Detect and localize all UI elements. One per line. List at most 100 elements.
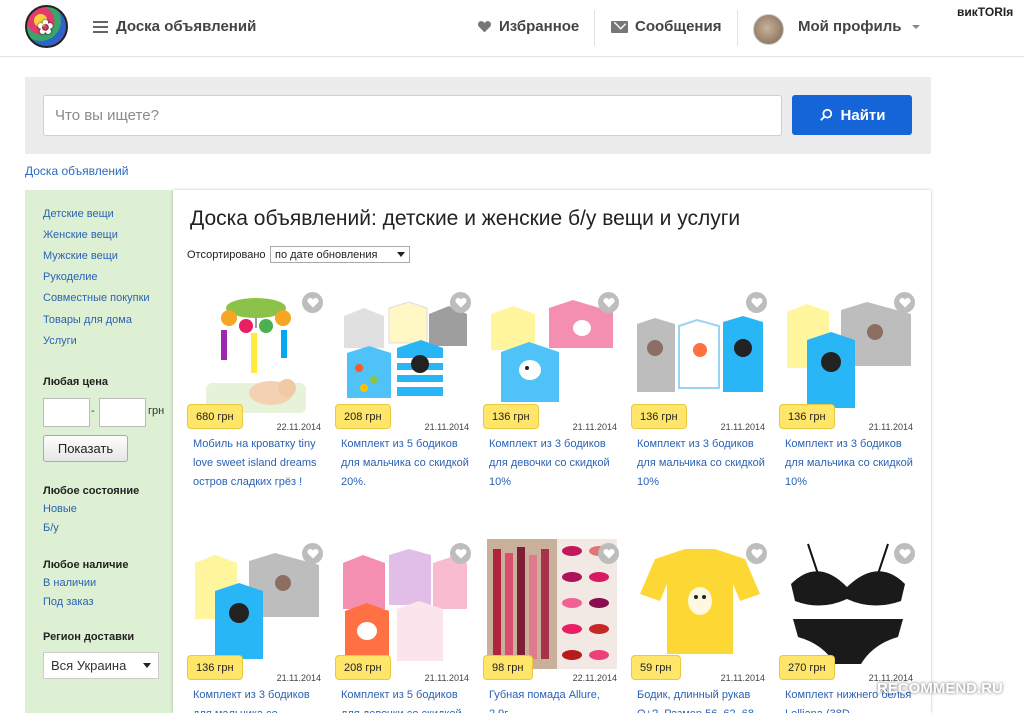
catalog-menu-button[interactable]: Доска объявлений — [93, 18, 256, 35]
price-tag: 136 грн — [483, 404, 539, 429]
sort-select-value: по дате обновления — [275, 248, 378, 261]
price-tag: 208 грн — [335, 404, 391, 429]
top-header: ✿ Доска объявлений Избранное Сообщения М… — [0, 0, 1024, 57]
heart-icon — [454, 298, 467, 308]
region-filter-heading: Регион доставки — [43, 631, 135, 643]
search-input[interactable] — [43, 95, 782, 136]
favorite-toggle[interactable] — [450, 543, 471, 564]
favorite-toggle[interactable] — [450, 292, 471, 313]
listing-image-bodysuits[interactable] — [339, 539, 469, 669]
listing-date: 22.11.2014 — [572, 673, 617, 683]
listing-date: 22.11.2014 — [276, 422, 321, 432]
listing-title[interactable]: Мобиль на кроватку tiny love sweet islan… — [193, 435, 323, 492]
sidebar-item-services[interactable]: Услуги — [43, 335, 77, 347]
breadcrumb[interactable]: Доска объявлений — [25, 164, 128, 178]
listing-title[interactable]: Губная помада Allure, 2,9г — [489, 686, 619, 713]
listing-title[interactable]: Комплект из 5 бодиков для мальчика со ск… — [341, 435, 471, 492]
listing-image-bodysuits[interactable] — [635, 288, 765, 418]
nav-divider — [737, 10, 738, 46]
envelope-icon — [611, 20, 628, 33]
search-icon — [819, 108, 832, 121]
sidebar-item-handmade[interactable]: Рукоделие — [43, 271, 98, 283]
sidebar-item-men[interactable]: Мужские вещи — [43, 250, 118, 262]
sort-select[interactable]: по дате обновления — [270, 246, 410, 263]
listing-image-lipstick[interactable] — [487, 539, 617, 669]
listing-image-bodysuits[interactable] — [191, 539, 321, 669]
listing-image-yellow-bodysuit[interactable] — [635, 539, 765, 669]
price-range-dash: - — [91, 405, 95, 417]
favorites-link[interactable]: Избранное — [477, 18, 579, 35]
heart-icon — [898, 298, 911, 308]
heart-icon — [454, 549, 467, 559]
favorite-toggle[interactable] — [746, 543, 767, 564]
username: викTORIя — [957, 5, 1014, 19]
price-filter-heading: Любая цена — [43, 376, 108, 388]
price-tag: 59 грн — [631, 655, 681, 680]
listing-title[interactable]: Комплект из 3 бодиков для мальчика со ск… — [637, 435, 767, 492]
listing-date: 21.11.2014 — [868, 422, 913, 432]
sidebar-item-kids[interactable]: Детские вещи — [43, 208, 114, 220]
favorites-label: Избранное — [499, 18, 580, 35]
heart-icon — [602, 549, 615, 559]
availability-option-in-stock[interactable]: В наличии — [43, 577, 96, 589]
search-button[interactable]: Найти — [792, 95, 912, 135]
chevron-down-icon — [143, 663, 151, 668]
heart-icon — [306, 298, 319, 308]
nav-divider — [594, 10, 595, 46]
search-button-label: Найти — [840, 106, 886, 124]
logo-mark-icon: ✿ — [37, 15, 54, 39]
sidebar-item-home-goods[interactable]: Товары для дома — [43, 314, 132, 326]
site-logo[interactable]: ✿ — [25, 5, 68, 48]
page-title: Доска объявлений: детские и женские б/у … — [190, 207, 741, 230]
profile-menu[interactable]: Мой профиль — [798, 18, 920, 35]
availability-option-preorder[interactable]: Под заказ — [43, 596, 94, 608]
listing-title[interactable]: Комплект из 3 бодиков для мальчика со — [193, 686, 323, 713]
price-max-input[interactable] — [99, 398, 146, 427]
listing-title[interactable]: Комплект из 3 бодиков для мальчика со ск… — [785, 435, 915, 492]
favorite-toggle[interactable] — [894, 292, 915, 313]
favorite-toggle[interactable] — [746, 292, 767, 313]
heart-icon — [602, 298, 615, 308]
listing-image-bodysuits[interactable] — [783, 288, 913, 418]
price-tag: 208 грн — [335, 655, 391, 680]
listing-title[interactable]: Комплект из 3 бодиков для девочки со ски… — [489, 435, 619, 492]
heart-icon — [306, 549, 319, 559]
listing-title[interactable]: Комплект из 5 бодиков для девочки со ски… — [341, 686, 471, 713]
favorite-toggle[interactable] — [894, 543, 915, 564]
price-tag: 680 грн — [187, 404, 243, 429]
hamburger-icon — [93, 20, 108, 33]
listing-title[interactable]: Бодик, длинный рукав Q+?. Размер 56, 62,… — [637, 686, 767, 713]
listing-date: 21.11.2014 — [572, 422, 617, 432]
chevron-down-icon — [911, 24, 920, 29]
filter-sidebar: Детские вещи Женские вещи Мужские вещи Р… — [25, 190, 173, 713]
condition-filter-heading: Любое состояние — [43, 485, 140, 497]
price-tag: 136 грн — [631, 404, 687, 429]
sidebar-item-joint-purchases[interactable]: Совместные покупки — [43, 292, 150, 304]
listing-image-lingerie[interactable] — [783, 539, 913, 669]
price-currency-label: грн — [148, 405, 165, 417]
catalog-menu-label: Доска объявлений — [116, 18, 257, 35]
price-tag: 136 грн — [187, 655, 243, 680]
sort-label: Отсортировано — [187, 249, 266, 261]
region-select-value: Вся Украина — [51, 658, 127, 673]
messages-link[interactable]: Сообщения — [611, 18, 721, 35]
availability-filter-heading: Любое наличие — [43, 559, 129, 571]
listing-image-crib-mobile[interactable] — [191, 288, 321, 418]
favorite-toggle[interactable] — [302, 543, 323, 564]
listing-date: 21.11.2014 — [720, 422, 765, 432]
condition-option-used[interactable]: Б/у — [43, 522, 59, 534]
favorite-toggle[interactable] — [598, 292, 619, 313]
region-select[interactable]: Вся Украина — [43, 652, 159, 679]
price-min-input[interactable] — [43, 398, 90, 427]
show-results-button[interactable]: Показать — [43, 435, 128, 462]
profile-label: Мой профиль — [798, 18, 902, 35]
avatar[interactable] — [753, 14, 784, 45]
favorite-toggle[interactable] — [302, 292, 323, 313]
messages-label: Сообщения — [635, 18, 722, 35]
listing-image-bodysuits[interactable] — [339, 288, 469, 418]
sidebar-item-women[interactable]: Женские вещи — [43, 229, 118, 241]
price-tag: 98 грн — [483, 655, 533, 680]
condition-option-new[interactable]: Новые — [43, 503, 77, 515]
listing-image-bodysuits[interactable] — [487, 288, 617, 418]
favorite-toggle[interactable] — [598, 543, 619, 564]
